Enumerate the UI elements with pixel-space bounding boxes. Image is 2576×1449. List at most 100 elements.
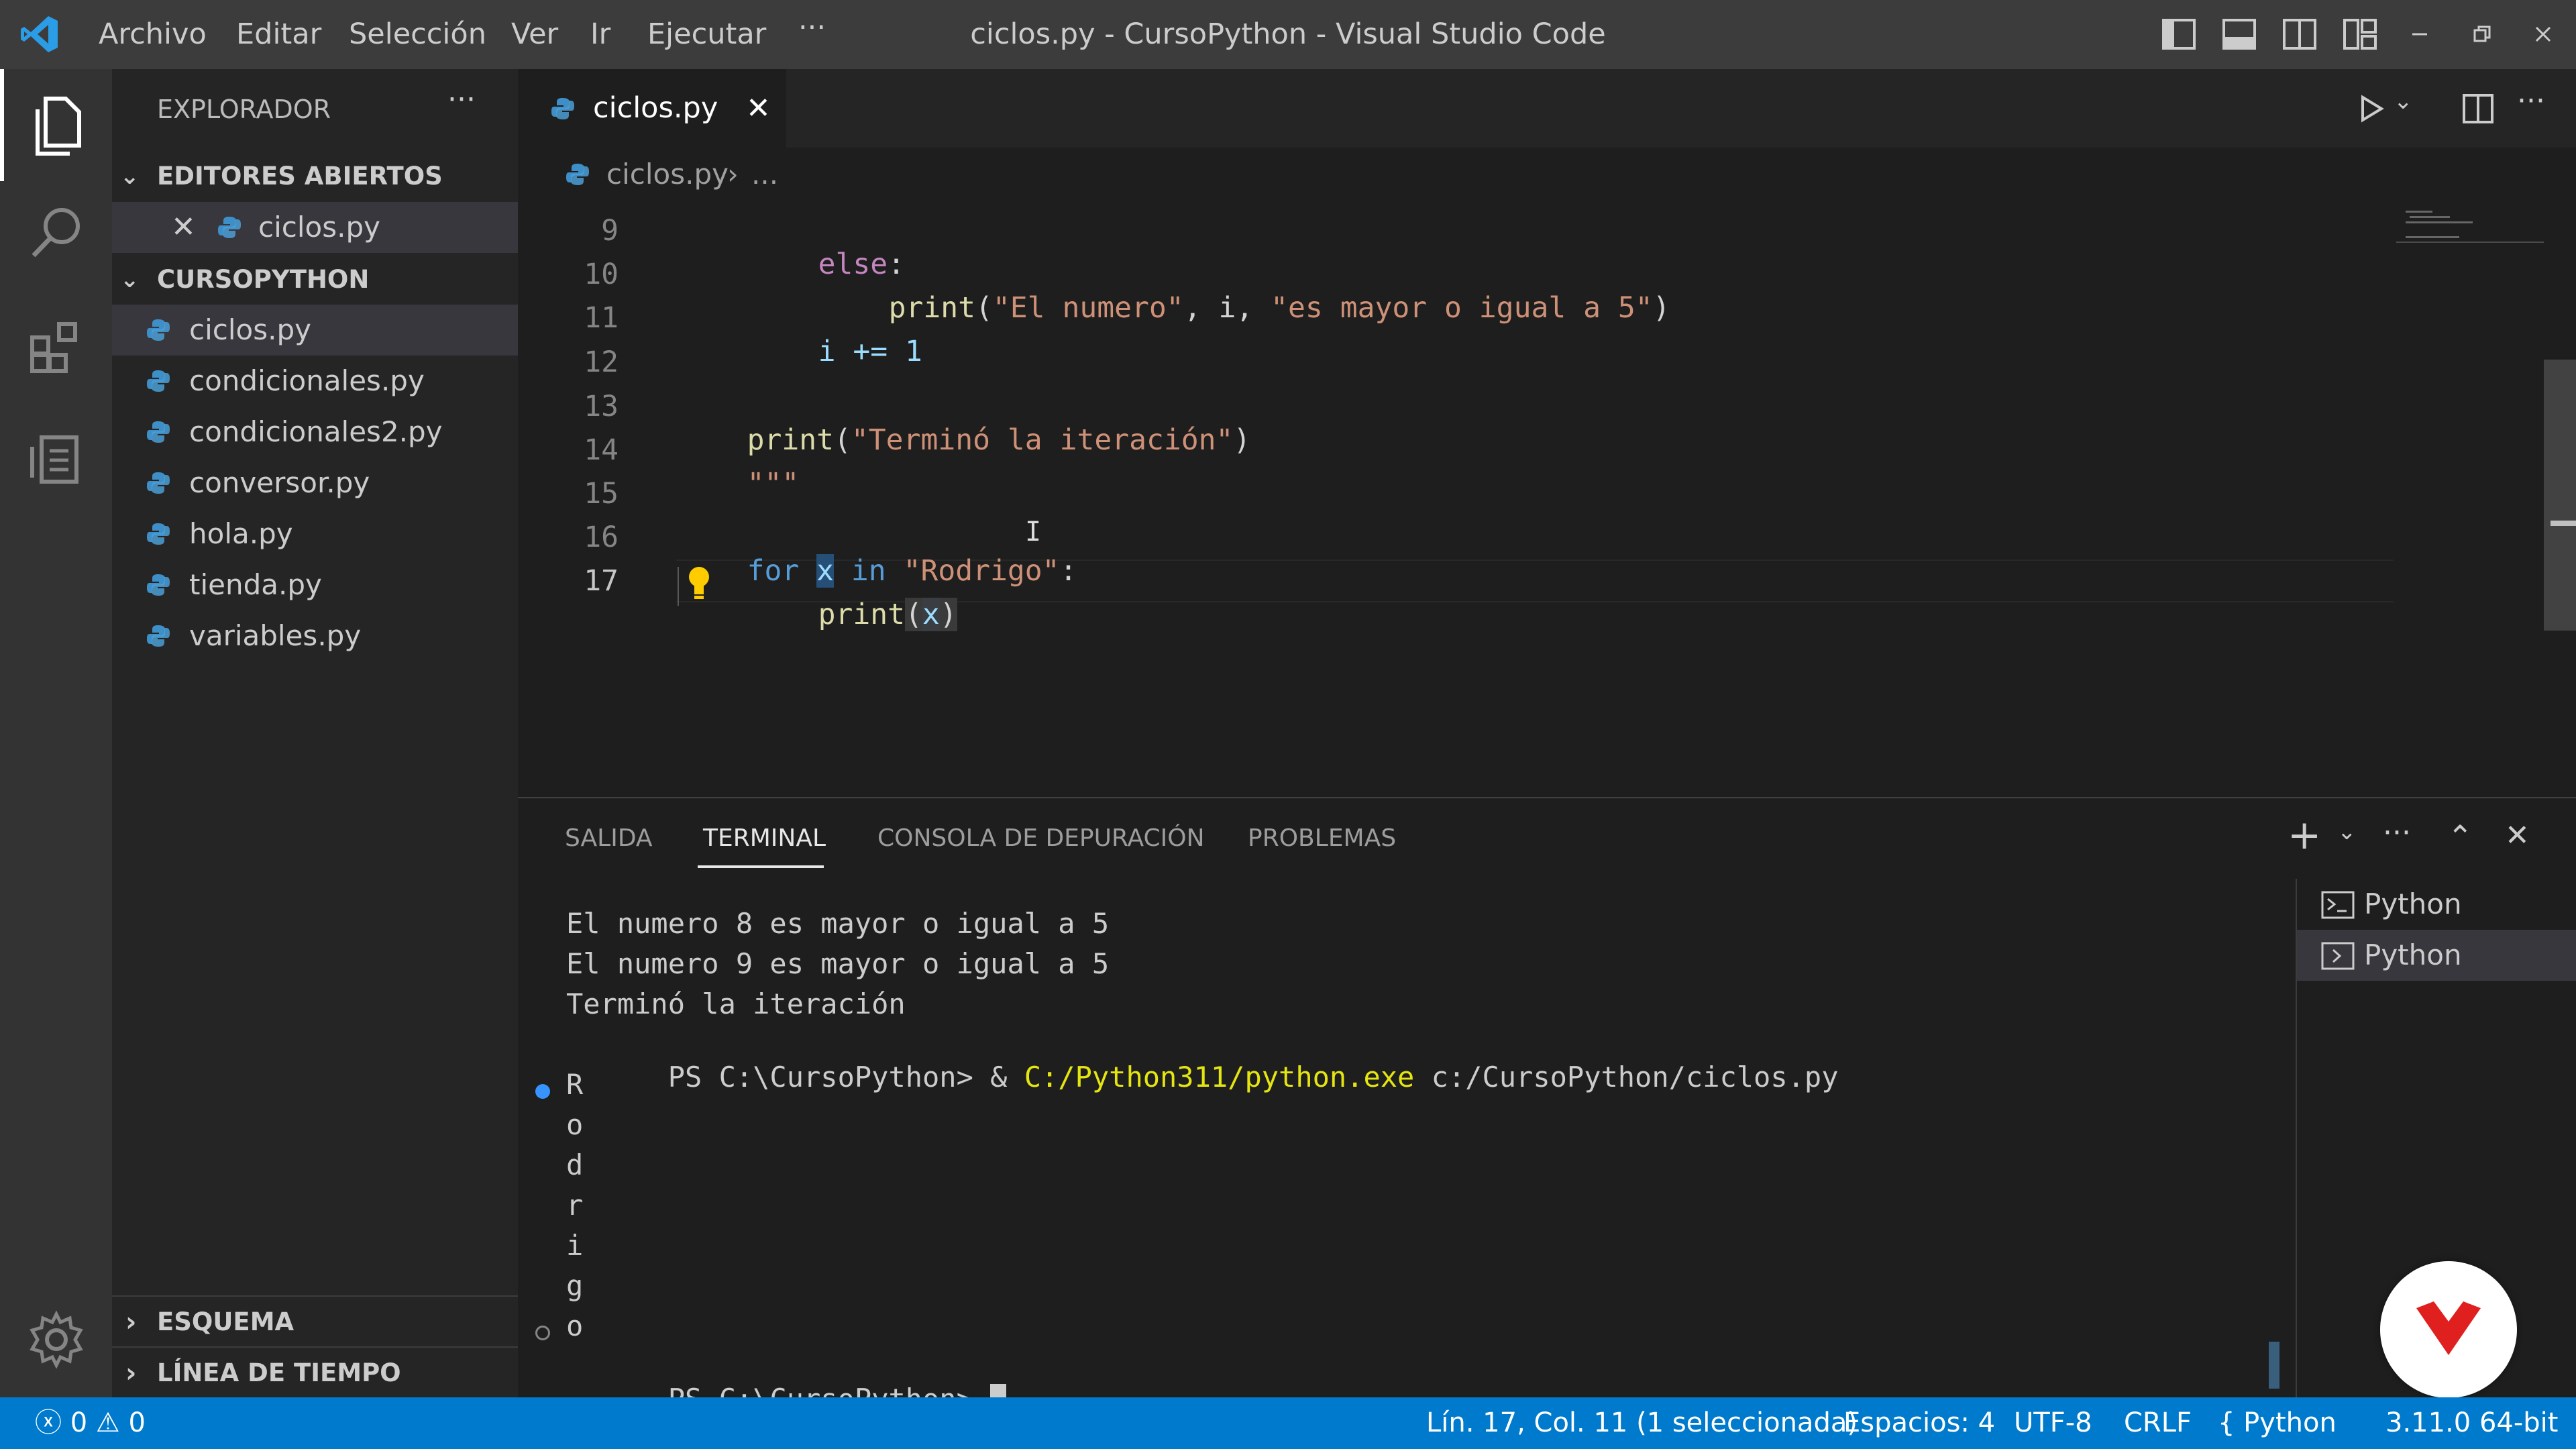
- terminal-line: o: [566, 1309, 584, 1342]
- file-item[interactable]: hola.py: [112, 508, 518, 559]
- code-editor[interactable]: 9 10 11 12 13 14 15 16 17 else: print("El numero…: [518, 201, 2576, 797]
- menu-editar[interactable]: Editar: [236, 0, 321, 69]
- file-label: tienda.py: [189, 568, 322, 601]
- minimize-icon[interactable]: [2410, 30, 2430, 39]
- status-bar: ⓧ 0 ⚠ 0 Lín. 17, Col. 11 (1 seleccionada…: [0, 1397, 2576, 1449]
- menu-ejecutar[interactable]: Ejecutar: [647, 0, 766, 69]
- close-window-icon[interactable]: [2533, 24, 2553, 44]
- open-editors-label: EDITORES ABIERTOS: [157, 162, 443, 191]
- text-cursor-icon: I: [1025, 517, 1042, 547]
- lightbulb-icon[interactable]: [684, 564, 714, 601]
- file-item[interactable]: conversor.py: [112, 458, 518, 508]
- chevron-right-icon: ›: [125, 1358, 137, 1389]
- code-line-17: print(x): [818, 598, 957, 631]
- breadcrumb-file[interactable]: ciclos.py: [606, 148, 729, 201]
- new-terminal-icon[interactable]: +: [2288, 812, 2321, 859]
- file-label: ciclos.py: [189, 313, 311, 346]
- file-label: variables.py: [189, 619, 362, 652]
- toggle-secondary-sidebar-icon[interactable]: [2282, 18, 2317, 50]
- title-bar: Archivo Editar Selección Ver Ir Ejecutar…: [0, 0, 2576, 69]
- chevron-down-icon: ⌄: [120, 266, 140, 293]
- terminal-icon: [2321, 942, 2355, 970]
- testing-icon[interactable]: [27, 428, 86, 487]
- open-editor-item[interactable]: ✕ ciclos.py: [112, 202, 518, 253]
- chevron-right-icon: ›: [125, 1307, 137, 1338]
- explorer-icon[interactable]: [25, 93, 86, 158]
- line-number: 17: [584, 564, 619, 598]
- terminal-line: El numero 8 es mayor o igual a 5: [566, 907, 1110, 940]
- python-file-icon: [147, 319, 170, 341]
- file-item[interactable]: condicionales2.py: [112, 407, 518, 458]
- close-tab-icon[interactable]: ✕: [746, 69, 771, 148]
- file-label: hola.py: [189, 517, 293, 550]
- timeline-section[interactable]: › LÍNEA DE TIEMPO: [112, 1348, 518, 1399]
- brand-logo-icon: [2416, 1301, 2481, 1355]
- problems-status[interactable]: ⓧ 0 ⚠ 0: [35, 1397, 146, 1449]
- file-item[interactable]: variables.py: [112, 610, 518, 661]
- code-line-14: """: [747, 467, 800, 500]
- explorer-sidebar: EXPLORADOR ··· ⌄ EDITORES ABIERTOS ✕ cic…: [112, 69, 518, 1397]
- terminal-line: o: [566, 1108, 584, 1141]
- minimap[interactable]: [2396, 201, 2544, 268]
- file-item[interactable]: ciclos.py: [112, 305, 518, 356]
- active-indicator: [0, 69, 4, 181]
- outline-section[interactable]: › ESQUEMA: [112, 1297, 518, 1348]
- file-label: condicionales2.py: [189, 415, 443, 448]
- terminal-dropdown-icon[interactable]: ⌄: [2337, 818, 2357, 845]
- explorer-header: EXPLORADOR: [157, 95, 331, 124]
- file-label: condicionales.py: [189, 364, 425, 397]
- explorer-more-button[interactable]: ···: [447, 83, 476, 117]
- menu-archivo[interactable]: Archivo: [99, 0, 207, 69]
- terminal-scrollbar[interactable]: [2269, 1342, 2279, 1389]
- tab-problems[interactable]: PROBLEMAS: [1248, 798, 1396, 879]
- extensions-icon[interactable]: [27, 317, 86, 376]
- error-icon: ⓧ: [35, 1407, 62, 1438]
- settings-gear-icon[interactable]: [27, 1310, 86, 1369]
- editor-scrollbar[interactable]: [2544, 360, 2576, 631]
- maximize-panel-icon[interactable]: ⌃: [2447, 818, 2473, 855]
- split-editor-icon[interactable]: [2462, 93, 2494, 124]
- outline-label: ESQUEMA: [157, 1307, 294, 1336]
- tab-debug-console[interactable]: CONSOLA DE DEPURACIÓN: [877, 798, 1205, 879]
- code-line-11: i += 1: [818, 335, 922, 368]
- terminal-instance-item[interactable]: Python: [2297, 930, 2576, 981]
- customize-layout-icon[interactable]: [2343, 18, 2377, 50]
- close-editor-icon[interactable]: ✕: [171, 202, 196, 253]
- run-icon[interactable]: [2356, 93, 2387, 124]
- file-item[interactable]: tienda.py: [112, 559, 518, 610]
- tab-ciclos[interactable]: ciclos.py ✕: [518, 69, 786, 148]
- search-icon[interactable]: [27, 203, 86, 262]
- editor-more-button[interactable]: ···: [2517, 84, 2545, 118]
- close-panel-icon[interactable]: ✕: [2505, 818, 2530, 853]
- run-dropdown-icon[interactable]: ⌄: [2394, 88, 2413, 115]
- panel-more-button[interactable]: ···: [2383, 816, 2411, 850]
- file-item[interactable]: condicionales.py: [112, 356, 518, 407]
- menu-seleccion[interactable]: Selección: [349, 0, 486, 69]
- line-ending[interactable]: CRLF: [2124, 1397, 2192, 1449]
- line-number: 15: [584, 477, 619, 511]
- menu-more[interactable]: ···: [798, 0, 826, 62]
- terminal-icon: [2321, 891, 2355, 919]
- folder-section[interactable]: ⌄ CURSOPYTHON: [112, 254, 518, 305]
- indentation[interactable]: Espacios: 4: [1843, 1397, 1995, 1449]
- tab-salida[interactable]: SALIDA: [565, 798, 653, 879]
- restore-icon[interactable]: [2472, 24, 2492, 44]
- scrollbar-cursor-marker: [2551, 521, 2576, 526]
- menu-ir[interactable]: Ir: [590, 0, 610, 69]
- line-number: 9: [601, 214, 619, 248]
- toggle-primary-sidebar-icon[interactable]: [2161, 18, 2196, 50]
- menu-ver[interactable]: Ver: [511, 0, 558, 69]
- encoding[interactable]: UTF-8: [2014, 1397, 2092, 1449]
- python-file-icon: [147, 370, 170, 392]
- toggle-panel-icon[interactable]: [2222, 18, 2257, 50]
- python-interpreter[interactable]: 3.11.0 64-bit: [2385, 1397, 2558, 1449]
- terminal-instance-item[interactable]: Python: [2297, 879, 2576, 930]
- cursor-position[interactable]: Lín. 17, Col. 11 (1 seleccionada): [1426, 1397, 1858, 1449]
- command-decoration-icon: [535, 1084, 550, 1099]
- line-number: 14: [584, 433, 619, 467]
- python-file-icon: [147, 421, 170, 443]
- chevron-down-icon: ⌄: [120, 163, 140, 190]
- open-editors-section[interactable]: ⌄ EDITORES ABIERTOS: [112, 151, 518, 202]
- breadcrumb-symbols[interactable]: ...: [751, 148, 778, 201]
- language-mode[interactable]: { Python: [2218, 1397, 2337, 1449]
